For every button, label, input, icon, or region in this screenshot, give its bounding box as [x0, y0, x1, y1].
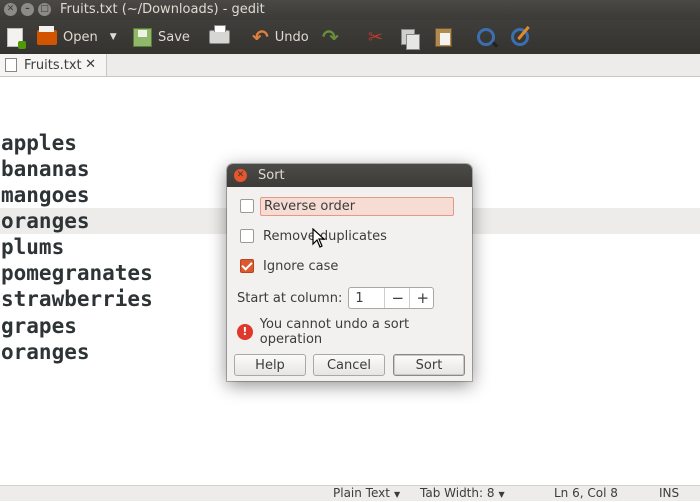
- tab-width-label: Tab Width: 8: [420, 486, 495, 500]
- new-document-icon: [7, 27, 26, 49]
- print-icon: [209, 25, 230, 44]
- remove-duplicates-option[interactable]: Remove duplicates: [227, 225, 390, 247]
- cancel-button[interactable]: Cancel: [313, 354, 385, 376]
- undo-icon: ↶: [252, 25, 269, 49]
- save-icon: [133, 27, 152, 47]
- clipboard-icon: [435, 27, 452, 47]
- new-button[interactable]: [7, 20, 26, 54]
- cursor-position: Ln 6, Col 8: [554, 486, 618, 500]
- paste-button[interactable]: [435, 20, 452, 54]
- undo-button[interactable]: ↶ Undo: [252, 20, 309, 54]
- reverse-order-option[interactable]: Reverse order: [227, 195, 454, 217]
- search-replace-icon: [511, 28, 529, 46]
- cut-button[interactable]: ✂: [368, 20, 383, 54]
- language-label: Plain Text: [333, 486, 390, 500]
- ignore-case-option[interactable]: Ignore case: [227, 255, 341, 277]
- start-column-value[interactable]: 1: [355, 291, 363, 306]
- save-label: Save: [158, 29, 190, 45]
- undo-label: Undo: [274, 29, 309, 45]
- dialog-titlebar: ✕ Sort: [227, 164, 472, 187]
- tab-fruits-txt[interactable]: Fruits.txt ✕: [0, 54, 107, 76]
- toolbar: Open ▼ Save ↶ Undo ↷ ✂: [0, 20, 700, 54]
- copy-button[interactable]: [401, 20, 420, 54]
- reverse-order-label[interactable]: Reverse order: [260, 196, 454, 216]
- sort-dialog: ✕ Sort Reverse order Remove duplicates I…: [227, 164, 472, 381]
- reverse-order-checkbox[interactable]: [240, 199, 254, 213]
- ignore-case-checkbox[interactable]: [240, 259, 254, 273]
- error-icon: !: [237, 324, 253, 340]
- window-close-icon[interactable]: ✕: [4, 3, 17, 16]
- language-dropdown-icon: ▼: [393, 490, 401, 499]
- remove-duplicates-checkbox[interactable]: [240, 229, 254, 243]
- mouse-pointer-icon: [312, 228, 326, 248]
- open-button[interactable]: Open ▼: [37, 20, 117, 54]
- find-replace-button[interactable]: [511, 20, 529, 54]
- tab-width-dropdown-icon: ▼: [498, 490, 505, 499]
- find-button[interactable]: [477, 20, 495, 54]
- window-minimize-icon[interactable]: –: [21, 3, 34, 16]
- statusbar: Plain Text ▼ Tab Width: 8 ▼ Ln 6, Col 8 IN…: [0, 485, 700, 501]
- window-titlebar: ✕ – □ Fruits.txt (~/Downloads) - gedit: [0, 0, 700, 20]
- open-label: Open: [63, 29, 98, 45]
- redo-icon: ↷: [322, 25, 339, 49]
- window-title: Fruits.txt (~/Downloads) - gedit: [60, 2, 265, 17]
- warning-row: ! You cannot undo a sort operation: [237, 317, 472, 347]
- tab-label: Fruits.txt: [24, 57, 82, 73]
- save-button[interactable]: Save: [133, 20, 190, 54]
- dialog-title: Sort: [258, 168, 285, 183]
- redo-button[interactable]: ↷: [322, 20, 339, 54]
- document-tabbar: Fruits.txt ✕: [0, 54, 700, 77]
- start-column-spinbutton[interactable]: 1 − +: [348, 287, 435, 309]
- tab-close-icon[interactable]: ✕: [85, 57, 96, 72]
- open-recent-dropdown-icon[interactable]: ▼: [110, 32, 117, 42]
- window-maximize-icon[interactable]: □: [38, 3, 51, 16]
- text-document-icon: [5, 58, 17, 72]
- editor-line[interactable]: apples: [0, 130, 700, 156]
- print-button[interactable]: [209, 20, 230, 54]
- decrement-icon[interactable]: −: [384, 288, 410, 308]
- scissors-icon: ✂: [368, 26, 384, 48]
- insert-mode-indicator: INS: [659, 486, 680, 500]
- sort-button[interactable]: Sort: [393, 354, 465, 376]
- dialog-close-icon[interactable]: ✕: [234, 169, 247, 182]
- warning-text: You cannot undo a sort operation: [259, 317, 410, 347]
- start-column-label: Start at column:: [237, 290, 343, 306]
- help-button[interactable]: Help: [234, 354, 306, 376]
- increment-icon[interactable]: +: [409, 288, 435, 308]
- search-icon: [477, 28, 495, 46]
- start-column-row: Start at column: 1 − +: [237, 287, 435, 309]
- copy-icon: [401, 29, 420, 50]
- folder-open-icon: [37, 25, 57, 45]
- ignore-case-label[interactable]: Ignore case: [260, 258, 341, 275]
